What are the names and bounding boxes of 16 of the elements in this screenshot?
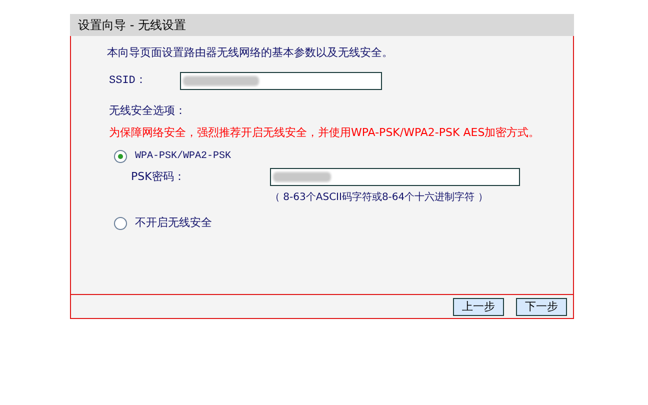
radio-button[interactable] (114, 216, 127, 230)
ssid-field[interactable] (180, 72, 382, 90)
intro-text: 本向导页面设置路由器无线网络的基本参数以及无线安全。 (107, 46, 394, 60)
radio-button[interactable] (114, 150, 127, 163)
warning-text: 为保障网络安全，强烈推荐开启无线安全，并使用WPA-PSK/WPA2-PSK AES加密方式。 (108, 125, 541, 141)
hint-text: （ 8-63个ASCII码字符或8-64个十六进制字符 ） (269, 190, 489, 205)
ssid-label: SSID： (109, 74, 148, 89)
next-button[interactable]: 下一步 (516, 298, 567, 316)
option-label: 不开启无线安全 (135, 215, 212, 231)
window-title: 设置向导 - 无线设置 (70, 14, 574, 36)
password-field[interactable] (270, 168, 520, 186)
blurred-value (273, 172, 331, 182)
security-label: 无线安全选项： (108, 104, 187, 118)
psk-label: PSK密码： (131, 168, 186, 185)
back-button[interactable]: 上一步 (453, 298, 504, 316)
option-label: WPA-PSK/WPA2-PSK (135, 150, 232, 164)
